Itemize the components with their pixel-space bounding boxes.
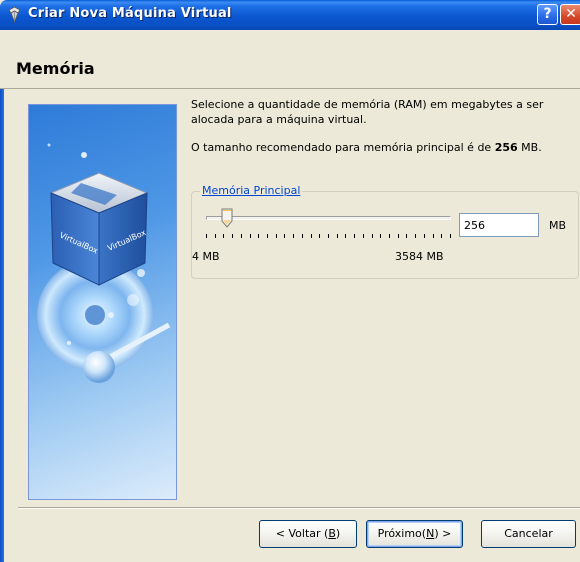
slider-tick: [354, 234, 355, 238]
slider-tick: [232, 234, 233, 238]
memory-slider-ticks: [206, 234, 451, 240]
recommended-prefix: O tamanho recomendado para memória princ…: [191, 141, 495, 154]
back-label-post: ): [335, 527, 341, 540]
slider-tick: [424, 234, 425, 238]
memory-min-label: 4 MB: [192, 250, 220, 263]
slider-tick: [372, 234, 373, 238]
page-header: Memória: [0, 30, 580, 89]
close-button[interactable]: ✕: [560, 4, 580, 25]
button-separator: [18, 507, 580, 509]
memory-max-label: 3584 MB: [395, 250, 444, 263]
memory-group-label: Memória Principal: [202, 184, 301, 197]
next-label-post: ) >: [434, 527, 452, 540]
slider-tick: [415, 234, 416, 238]
slider-tick: [206, 234, 207, 238]
slider-tick: [267, 234, 268, 238]
slider-tick: [398, 234, 399, 238]
slider-tick: [328, 234, 329, 238]
help-button[interactable]: ?: [537, 4, 558, 25]
page-title: Memória: [16, 59, 95, 78]
virtualbox-app-icon: [8, 6, 21, 23]
slider-tick: [450, 234, 451, 238]
slider-tick: [311, 234, 312, 238]
window-title: Criar Nova Máquina Virtual: [28, 6, 232, 21]
title-bar[interactable]: Criar Nova Máquina Virtual ? ✕: [0, 0, 580, 30]
recommended-value: 256: [494, 141, 518, 154]
memory-size-input[interactable]: [459, 213, 539, 237]
slider-tick: [433, 234, 434, 238]
slider-tick: [250, 234, 251, 238]
memory-slider-thumb[interactable]: [221, 208, 233, 228]
slider-tick: [293, 234, 294, 238]
slider-tick: [406, 234, 407, 238]
close-icon: ✕: [565, 6, 577, 22]
next-label-pre: Próximo(: [377, 527, 427, 540]
slider-tick: [345, 234, 346, 238]
slider-tick: [276, 234, 277, 238]
back-button[interactable]: < Voltar (B): [259, 520, 357, 548]
wizard-illustration: VirtualBox VirtualBox: [28, 104, 177, 500]
slider-tick: [241, 234, 242, 238]
virtualbox-cube-image: VirtualBox VirtualBox: [37, 143, 171, 383]
cancel-button[interactable]: Cancelar: [481, 520, 576, 548]
slider-tick: [363, 234, 364, 238]
back-label-pre: < Voltar (: [275, 527, 329, 540]
memory-unit-label: MB: [549, 219, 567, 232]
slider-tick: [223, 234, 224, 238]
memory-slider-track[interactable]: [206, 216, 451, 220]
recommended-size-text: O tamanho recomendado para memória princ…: [191, 141, 580, 154]
slider-tick: [441, 234, 442, 238]
next-button[interactable]: Próximo(N) >: [366, 520, 463, 548]
slider-tick: [337, 234, 338, 238]
memory-group-legend: Memória Principal: [200, 184, 303, 197]
description-text: Selecione a quantidade de memória (RAM) …: [191, 98, 544, 126]
back-label-key: B: [328, 527, 336, 540]
window-frame-left: [0, 30, 4, 562]
slider-tick: [258, 234, 259, 238]
slider-tick: [389, 234, 390, 238]
slider-tick: [284, 234, 285, 238]
slider-tick: [215, 234, 216, 238]
recommended-suffix: MB.: [517, 141, 542, 154]
slider-tick: [380, 234, 381, 238]
slider-tick: [319, 234, 320, 238]
slider-tick: [302, 234, 303, 238]
